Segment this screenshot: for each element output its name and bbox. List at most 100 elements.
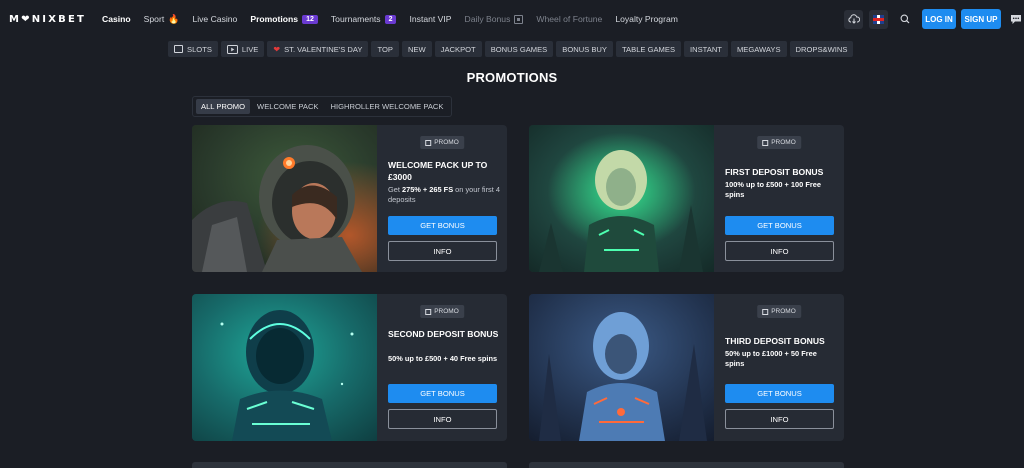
heart-icon: ❤ xyxy=(273,44,281,54)
page-title: PROMOTIONS xyxy=(466,70,558,85)
promo-description: 100% up to £500 + 100 Free spins xyxy=(725,180,837,200)
promo-description-highlight: 275% + 265 FS xyxy=(401,185,454,194)
slots-icon xyxy=(174,45,183,53)
promo-description-lead: Get xyxy=(388,185,402,194)
header-tools: LOG IN SIGN UP xyxy=(844,9,1022,29)
promo-title: FIRST DEPOSIT BONUS xyxy=(725,167,824,177)
category-valentines[interactable]: ❤ ST. VALENTINE'S DAY xyxy=(267,41,369,57)
category-table-games-label: TABLE GAMES xyxy=(621,44,676,54)
promo-description: 50% up to £1000 + 50 Free spins xyxy=(725,349,837,369)
promo-description-highlight: 100% up to £500 + 100 Free spins xyxy=(725,180,821,199)
nav-casino[interactable]: Casino xyxy=(102,14,131,24)
nav-instant-vip[interactable]: Instant VIP xyxy=(409,14,451,24)
nav-daily-bonus[interactable]: Daily Bonus xyxy=(465,14,524,24)
tournaments-count-badge: 2 xyxy=(384,14,397,24)
promotions-count-badge: 12 xyxy=(302,14,318,24)
get-bonus-button[interactable]: GET BONUS xyxy=(388,216,497,235)
promo-info: PROMO FIRST DEPOSIT BONUS 100% up to £50… xyxy=(714,125,844,272)
green-warrior-artwork xyxy=(529,125,714,272)
promo-badge: PROMO xyxy=(757,136,801,149)
astronaut-artwork xyxy=(192,125,377,272)
nav-sport[interactable]: Sport 🔥 xyxy=(144,14,180,25)
main-nav: Casino Sport 🔥 Live Casino Promotions 12 T… xyxy=(102,14,691,25)
tab-all-promo[interactable]: ALL PROMO xyxy=(196,99,251,114)
get-bonus-button[interactable]: GET BONUS xyxy=(388,384,497,403)
signup-button[interactable]: SIGN UP xyxy=(961,9,1001,29)
fire-icon: 🔥 xyxy=(168,13,180,24)
nav-loyalty-program[interactable]: Loyalty Program xyxy=(615,14,678,24)
nav-instant-vip-label: Instant VIP xyxy=(409,14,452,24)
nav-daily-bonus-label: Daily Bonus xyxy=(464,14,511,24)
category-bonus-buy-label: BONUS BUY xyxy=(562,44,607,54)
category-live[interactable]: LIVE xyxy=(220,41,265,57)
tab-highroller-welcome-pack[interactable]: HIGHROLLER WELCOME PACK xyxy=(326,99,449,114)
category-bonus-buy[interactable]: BONUS BUY xyxy=(556,41,613,57)
category-table-games[interactable]: TABLE GAMES xyxy=(615,41,682,57)
nav-promotions[interactable]: Promotions 12 xyxy=(250,14,318,24)
promo-description-highlight: 50% up to £1000 + 50 Free spins xyxy=(725,349,817,368)
top-header: M❤NIXBET Casino Sport 🔥 Live Casino Promo… xyxy=(0,0,1024,38)
cloud-download-icon xyxy=(847,14,860,24)
language-selector[interactable] xyxy=(869,9,888,29)
promo-info: PROMO SECOND DEPOSIT BONUS 50% up to £50… xyxy=(377,294,507,441)
nav-wheel-of-fortune-label: Wheel of Fortune xyxy=(536,14,603,24)
site-logo[interactable]: M❤NIXBET xyxy=(9,14,86,25)
info-button[interactable]: INFO xyxy=(725,241,834,261)
promo-badge: PROMO xyxy=(757,305,801,318)
category-instant[interactable]: INSTANT xyxy=(684,41,728,57)
promo-card-next-peek xyxy=(529,462,844,468)
category-slots[interactable]: SLOTS xyxy=(168,41,218,57)
category-bonus-games[interactable]: BONUS GAMES xyxy=(484,41,554,57)
nav-tournaments[interactable]: Tournaments 2 xyxy=(331,14,397,24)
nav-promotions-label: Promotions xyxy=(250,14,299,24)
category-drops-wins[interactable]: DROPS&WINS xyxy=(789,41,854,57)
search-button[interactable] xyxy=(898,12,912,26)
promo-description-highlight: 50% up to £500 + 40 Free spins xyxy=(388,354,498,363)
login-button[interactable]: LOG IN xyxy=(922,9,956,29)
gift-icon xyxy=(425,139,432,146)
nav-live-casino-label: Live Casino xyxy=(192,14,238,24)
info-button[interactable]: INFO xyxy=(388,409,497,429)
chat-button[interactable] xyxy=(1010,14,1022,25)
promo-badge-label: PROMO xyxy=(771,308,796,315)
category-megaways-label: MEGAWAYS xyxy=(736,44,781,54)
live-icon xyxy=(226,44,238,54)
promo-info: PROMO WELCOME PACK UP TO £3000 Get 275% … xyxy=(377,125,507,272)
category-bonus-games-label: BONUS GAMES xyxy=(490,44,548,54)
nav-sport-label: Sport xyxy=(143,14,165,24)
promo-badge-label: PROMO xyxy=(771,139,796,146)
category-drops-wins-label: DROPS&WINS xyxy=(795,44,848,54)
promo-badge-label: PROMO xyxy=(434,308,459,315)
download-app-button[interactable] xyxy=(844,9,863,29)
category-new[interactable]: NEW xyxy=(401,41,432,57)
nav-wheel-of-fortune[interactable]: Wheel of Fortune xyxy=(536,14,602,24)
neon-helmet-artwork xyxy=(192,294,377,441)
uk-flag-icon xyxy=(873,14,884,24)
category-top[interactable]: TOP xyxy=(371,41,399,57)
promo-badge: PROMO xyxy=(420,305,464,318)
info-button[interactable]: INFO xyxy=(388,241,497,261)
gift-icon xyxy=(425,308,432,315)
tab-welcome-pack[interactable]: WELCOME PACK xyxy=(252,99,323,114)
promo-filter-tabs: ALL PROMO WELCOME PACK HIGHROLLER WELCOM… xyxy=(192,96,453,117)
category-jackpot[interactable]: JACKPOT xyxy=(434,41,482,57)
category-new-label: NEW xyxy=(407,44,426,54)
promo-description: 50% up to £500 + 40 Free spins xyxy=(388,354,500,364)
nav-tournaments-label: Tournaments xyxy=(330,14,381,24)
promo-card-first-deposit: PROMO FIRST DEPOSIT BONUS 100% up to £50… xyxy=(529,125,844,272)
search-icon xyxy=(900,14,910,24)
promo-title: THIRD DEPOSIT BONUS xyxy=(725,336,825,346)
info-button[interactable]: INFO xyxy=(725,409,834,429)
promo-title: SECOND DEPOSIT BONUS xyxy=(388,329,499,339)
category-megaways[interactable]: MEGAWAYS xyxy=(730,41,787,57)
nav-loyalty-program-label: Loyalty Program xyxy=(615,14,678,24)
get-bonus-button[interactable]: GET BONUS xyxy=(725,216,834,235)
chat-icon xyxy=(1011,14,1021,24)
get-bonus-button[interactable]: GET BONUS xyxy=(725,384,834,403)
blue-armor-artwork xyxy=(529,294,714,441)
nav-live-casino[interactable]: Live Casino xyxy=(192,14,237,24)
nav-casino-label: Casino xyxy=(102,14,131,24)
category-live-label: LIVE xyxy=(241,44,259,54)
promo-badge: PROMO xyxy=(420,136,464,149)
promo-card-next-peek xyxy=(192,462,507,468)
